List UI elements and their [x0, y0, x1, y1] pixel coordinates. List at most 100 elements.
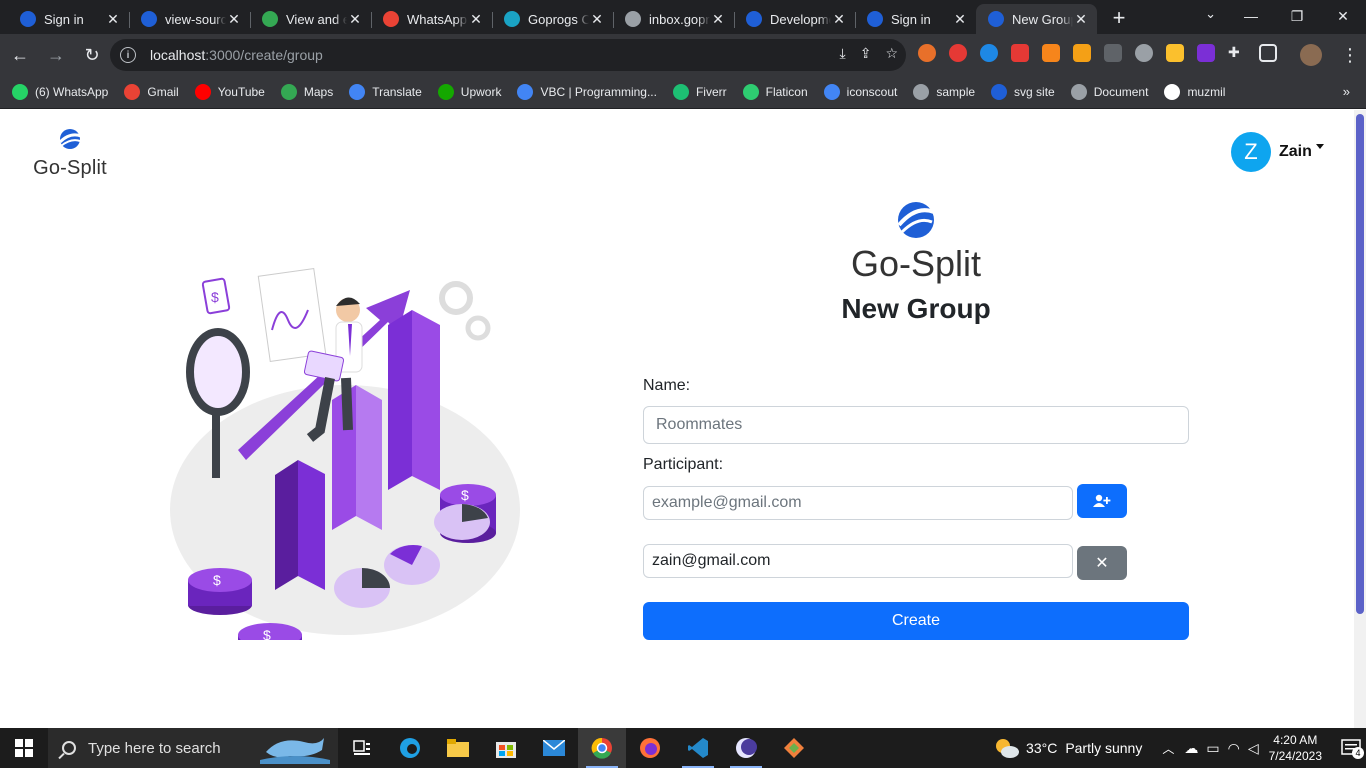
bookmark-item[interactable]: VBC | Programming... — [517, 84, 657, 100]
browser-tab[interactable]: View and edit✕ — [250, 4, 371, 34]
close-tab-icon[interactable]: ✕ — [589, 11, 605, 28]
extension-balloon-icon[interactable] — [1135, 44, 1153, 62]
minimize-icon[interactable]: — — [1228, 0, 1274, 32]
browser-tab[interactable]: Sign in ✕ — [8, 4, 129, 34]
create-group-button[interactable]: Create — [643, 602, 1189, 640]
windows-taskbar: Type here to search 33°C Partly sunny ︿ … — [0, 728, 1366, 768]
omnibox-actions: ⤓ ⇪ ☆ — [840, 45, 899, 62]
bookmark-item[interactable]: iconscout — [823, 84, 897, 100]
microsoft-store-icon[interactable] — [482, 728, 530, 768]
maps-icon — [280, 84, 297, 100]
bookmark-item[interactable]: (6) WhatsApp — [12, 84, 108, 100]
weather-temp[interactable]: 33°C — [1026, 740, 1057, 756]
battery-icon[interactable]: ▭ — [1206, 740, 1219, 757]
firefox-icon[interactable] — [626, 728, 674, 768]
browser-tab[interactable]: Development✕ — [734, 4, 855, 34]
form-header: Go-Split New Group — [643, 200, 1189, 325]
bookmark-item[interactable]: sample — [913, 84, 975, 100]
eclipse-icon[interactable] — [722, 728, 770, 768]
bookmark-item[interactable]: muzmil — [1164, 84, 1225, 100]
close-tab-icon[interactable]: ✕ — [710, 11, 726, 28]
add-participant-button[interactable] — [1077, 484, 1127, 518]
notification-icon[interactable]: 4 — [1336, 739, 1366, 759]
back-icon[interactable]: ← — [4, 39, 36, 71]
bookmark-item[interactable]: Gmail — [124, 84, 179, 100]
bookmark-item[interactable]: Translate — [349, 84, 422, 100]
close-tab-icon[interactable]: ✕ — [105, 11, 121, 28]
bookmark-item[interactable]: Maps — [280, 84, 333, 100]
task-view-icon[interactable] — [338, 728, 386, 768]
weather-desc[interactable]: Partly sunny — [1065, 740, 1142, 756]
bookmark-item[interactable]: Fiverr — [672, 84, 727, 100]
participant-email-input[interactable]: example@gmail.com — [643, 486, 1073, 520]
tab-search-icon[interactable]: ⌄ — [1205, 6, 1216, 22]
new-tab-button[interactable]: + — [1105, 4, 1133, 32]
user-menu[interactable]: Z Zain — [1231, 132, 1324, 172]
close-window-icon[interactable]: ✕ — [1320, 0, 1366, 32]
tab-title: Sign in — [891, 11, 931, 27]
cloud-sync-icon[interactable]: ☁ — [1184, 740, 1198, 757]
bookmark-label: Document — [1093, 85, 1149, 99]
close-tab-icon[interactable]: ✕ — [952, 11, 968, 28]
install-icon[interactable]: ⤓ — [840, 45, 846, 62]
scrollbar-thumb[interactable] — [1356, 114, 1364, 614]
close-tab-icon[interactable]: ✕ — [347, 11, 363, 28]
extension-purple-icon[interactable] — [1197, 44, 1215, 62]
forward-icon[interactable]: → — [40, 39, 72, 71]
bookmark-item[interactable]: Flaticon — [742, 84, 808, 100]
extension-adblock-icon[interactable] — [949, 44, 967, 62]
edge-icon[interactable] — [386, 728, 434, 768]
bookmark-item[interactable]: Upwork — [437, 84, 501, 100]
close-tab-icon[interactable]: ✕ — [1073, 11, 1089, 28]
side-panel-icon[interactable] — [1259, 44, 1277, 62]
restore-icon[interactable]: ❐ — [1274, 0, 1320, 32]
clock[interactable]: 4:20 AM 7/24/2023 — [1269, 732, 1322, 764]
extension-dollar-icon[interactable] — [1073, 44, 1091, 62]
group-name-input[interactable]: Roommates — [643, 406, 1189, 444]
extension-metamask-icon[interactable] — [1042, 44, 1060, 62]
close-tab-icon[interactable]: ✕ — [226, 11, 242, 28]
taskbar-search[interactable]: Type here to search — [48, 728, 338, 768]
extension-pen-icon[interactable] — [1166, 44, 1184, 62]
close-tab-icon[interactable]: ✕ — [468, 11, 484, 28]
volume-icon[interactable]: ◁ — [1248, 740, 1259, 757]
browser-tab[interactable]: view-source✕ — [129, 4, 250, 34]
extension-firefox-icon[interactable] — [918, 44, 936, 62]
share-icon[interactable]: ⇪ — [860, 45, 872, 62]
extension-circle-icon[interactable] — [980, 44, 998, 62]
page-scrollbar[interactable] — [1354, 110, 1366, 728]
git-gui-icon[interactable] — [770, 728, 818, 768]
windows-start-icon[interactable] — [0, 728, 48, 768]
mail-icon[interactable] — [530, 728, 578, 768]
participant-item[interactable]: zain@gmail.com — [643, 544, 1073, 578]
browser-tab[interactable]: Sign in ✕ — [855, 4, 976, 34]
extension-picker-icon[interactable] — [1104, 44, 1122, 62]
bookmarks-overflow-icon[interactable]: » — [1343, 84, 1350, 99]
menu-kebab-icon[interactable]: ⋮ — [1334, 39, 1366, 71]
brand-logo[interactable]: Go-Split — [33, 128, 107, 180]
bookmark-star-icon[interactable]: ☆ — [885, 45, 898, 62]
reload-icon[interactable]: ↻ — [76, 39, 108, 71]
extension-grammar-icon[interactable] — [1011, 44, 1029, 62]
bookmark-item[interactable]: YouTube — [194, 84, 265, 100]
user-avatar: Z — [1231, 132, 1271, 172]
browser-tab[interactable]: New Group ✕ — [976, 4, 1097, 34]
file-explorer-icon[interactable] — [434, 728, 482, 768]
bookmark-item[interactable]: Document — [1070, 84, 1149, 100]
bookmark-item[interactable]: svg site — [991, 84, 1055, 100]
chrome-taskbar-icon[interactable] — [578, 728, 626, 768]
extensions-puzzle-icon[interactable]: ✚ — [1228, 44, 1246, 62]
extensions-bar: ✚ — [918, 44, 1277, 62]
browser-tab[interactable]: inbox.goprogs✕ — [613, 4, 734, 34]
site-info-icon[interactable]: i — [120, 47, 136, 63]
vscode-icon[interactable] — [674, 728, 722, 768]
weather-partly-sunny-icon[interactable] — [994, 737, 1020, 759]
chevron-up-icon[interactable]: ︿ — [1162, 740, 1174, 757]
remove-participant-button[interactable]: ✕ — [1077, 546, 1127, 580]
close-tab-icon[interactable]: ✕ — [831, 11, 847, 28]
browser-tab[interactable]: WhatsApp ✕ — [371, 4, 492, 34]
wifi-icon[interactable]: ◠ — [1228, 740, 1240, 757]
profile-avatar[interactable] — [1300, 44, 1322, 66]
browser-tab[interactable]: Goprogs Cloud✕ — [492, 4, 613, 34]
address-bar[interactable]: i localhost:3000/create/group ⤓ ⇪ ☆ — [110, 39, 906, 71]
